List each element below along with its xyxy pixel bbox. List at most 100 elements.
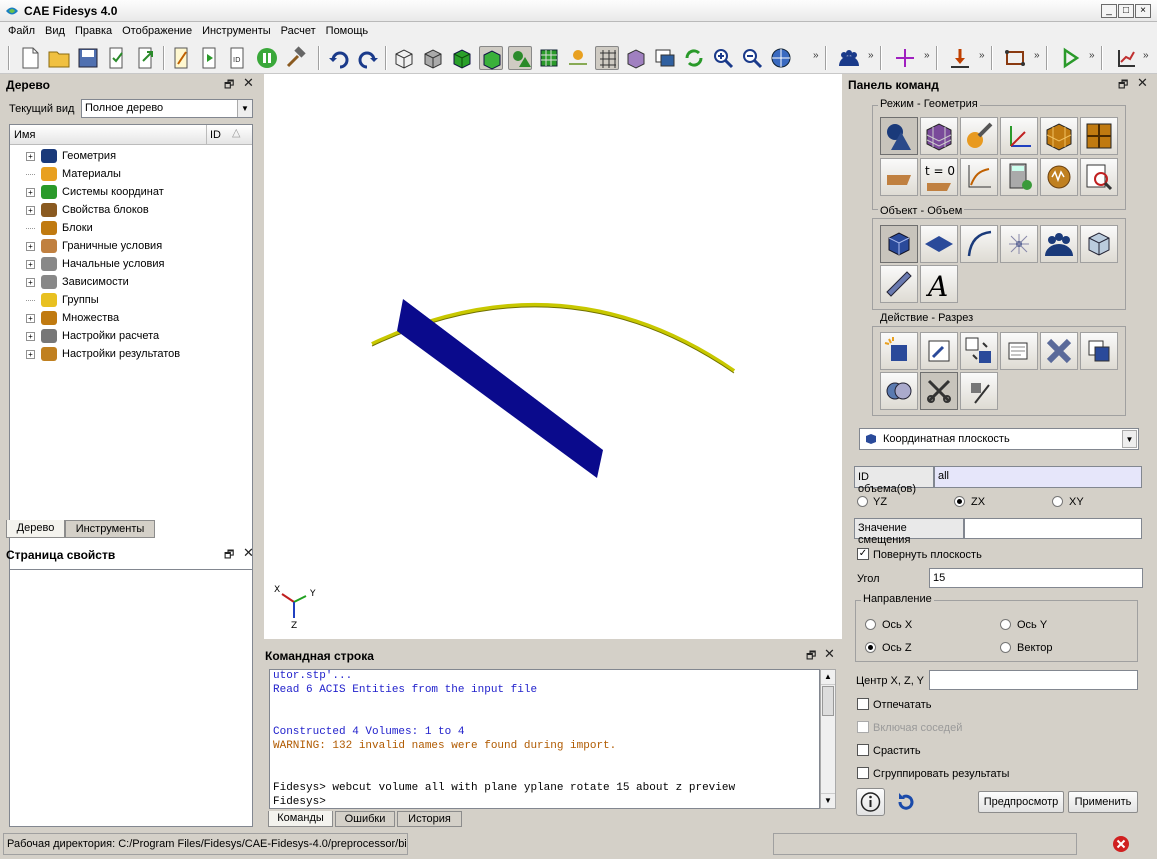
undo-icon[interactable] xyxy=(356,46,380,70)
object-measure-button[interactable] xyxy=(880,265,918,303)
close-icon[interactable]: ✕ xyxy=(824,646,835,662)
tree-item[interactable]: + Настройки расчета xyxy=(26,327,159,345)
chevron-down-icon[interactable]: ▼ xyxy=(237,100,252,117)
object-surface-button[interactable] xyxy=(920,225,958,263)
close-button[interactable]: × xyxy=(1135,4,1151,18)
action-create-button[interactable] xyxy=(880,332,918,370)
zoom-out-icon[interactable] xyxy=(740,46,764,70)
toolbar-overflow-icon[interactable]: » xyxy=(1034,50,1040,61)
toolbar-overflow-icon[interactable]: » xyxy=(979,50,985,61)
crosshair-icon[interactable] xyxy=(893,46,917,70)
center-input[interactable] xyxy=(929,670,1138,690)
float-icon[interactable]: 🗗 xyxy=(224,76,234,95)
tab-commands[interactable]: Команды xyxy=(268,811,333,827)
preview-button[interactable]: Предпросмотр xyxy=(978,791,1064,813)
new-file-icon[interactable] xyxy=(18,46,42,70)
tree-item[interactable]: + Граничные условия xyxy=(26,237,162,255)
action-modify-button[interactable] xyxy=(920,332,958,370)
action-sweep-button[interactable] xyxy=(960,372,998,410)
object-curve-button[interactable] xyxy=(960,225,998,263)
info-button[interactable] xyxy=(856,788,885,816)
column-name-header[interactable]: Имя xyxy=(14,129,35,141)
save-icon[interactable] xyxy=(76,46,100,70)
view-shaded-icon[interactable] xyxy=(450,46,474,70)
geometry-view-icon[interactable] xyxy=(508,46,532,70)
tree-item[interactable]: Блоки xyxy=(26,219,93,237)
expand-icon[interactable]: + xyxy=(26,277,35,287)
menu-display[interactable]: Отображение xyxy=(117,22,197,37)
radio-axis-y[interactable] xyxy=(1000,619,1011,630)
dimension-icon[interactable] xyxy=(1003,46,1027,70)
tab-errors[interactable]: Ошибки xyxy=(335,811,395,827)
mesh-view-icon[interactable] xyxy=(537,46,561,70)
toolbar-overflow-icon[interactable]: » xyxy=(1089,50,1095,61)
tree-item[interactable]: + Настройки результатов xyxy=(26,345,180,363)
object-vertex-button[interactable] xyxy=(1000,225,1038,263)
object-volume-button[interactable] xyxy=(880,225,918,263)
close-icon[interactable]: ✕ xyxy=(243,545,254,561)
object-group-button[interactable] xyxy=(1040,225,1078,263)
close-icon[interactable]: ✕ xyxy=(243,75,254,91)
mode-blocks-button[interactable] xyxy=(1040,117,1078,155)
mode-dependencies-button[interactable] xyxy=(960,158,998,196)
expand-icon[interactable]: + xyxy=(26,205,35,215)
view-smooth-icon[interactable] xyxy=(479,46,503,70)
tree-item[interactable]: + Геометрия xyxy=(26,147,116,165)
expand-icon[interactable]: + xyxy=(26,187,35,197)
view-select[interactable]: Полное дерево ▼ xyxy=(81,99,253,118)
mode-calc-settings-button[interactable] xyxy=(1000,158,1038,196)
import-icon[interactable] xyxy=(105,46,129,70)
maximize-button[interactable]: □ xyxy=(1118,4,1134,18)
action-transform-button[interactable] xyxy=(960,332,998,370)
results-axes-icon[interactable] xyxy=(1113,46,1137,70)
globe-icon[interactable] xyxy=(769,46,793,70)
radio-zx[interactable] xyxy=(954,496,965,507)
column-id-header[interactable]: ID xyxy=(210,129,221,141)
mode-results-button[interactable] xyxy=(1040,158,1078,196)
merge-checkbox[interactable] xyxy=(857,744,869,756)
export-icon[interactable] xyxy=(134,46,158,70)
groups-toolbar-icon[interactable] xyxy=(837,46,861,70)
action-boolean-button[interactable] xyxy=(880,372,918,410)
tree-item[interactable]: + Начальные условия xyxy=(26,255,164,273)
tree-item[interactable]: + Свойства блоков xyxy=(26,201,149,219)
grid-icon[interactable] xyxy=(595,46,619,70)
float-icon[interactable]: 🗗 xyxy=(1118,76,1128,95)
open-folder-icon[interactable] xyxy=(47,46,71,70)
tab-tools[interactable]: Инструменты xyxy=(65,520,155,538)
menu-view[interactable]: Вид xyxy=(40,22,70,37)
mode-sets-button[interactable] xyxy=(1080,117,1118,155)
tree-item[interactable]: Группы xyxy=(26,291,99,309)
operation-select[interactable]: Координатная плоскость ▼ xyxy=(859,428,1139,450)
menu-file[interactable]: Файл xyxy=(3,22,40,37)
float-icon[interactable]: 🗗 xyxy=(224,546,234,565)
tools-hammer-icon[interactable] xyxy=(284,46,308,70)
id-script-icon[interactable]: ID xyxy=(226,46,250,70)
mode-initial-button[interactable]: t = 0 xyxy=(920,158,958,196)
mode-bc-button[interactable] xyxy=(880,158,918,196)
pause-icon[interactable] xyxy=(255,46,279,70)
group-results-checkbox[interactable] xyxy=(857,767,869,779)
radio-axis-x[interactable] xyxy=(865,619,876,630)
chevron-down-icon[interactable]: ▼ xyxy=(1122,430,1137,448)
apply-button[interactable]: Применить xyxy=(1068,791,1138,813)
expand-icon[interactable]: + xyxy=(26,259,35,269)
neighbors-checkbox[interactable] xyxy=(857,721,869,733)
volume-id-input[interactable]: all xyxy=(934,466,1142,488)
toolbar-overflow-icon[interactable]: » xyxy=(924,50,930,61)
refresh-icon[interactable] xyxy=(682,46,706,70)
run-calc-icon[interactable] xyxy=(1058,46,1082,70)
toolbar-overflow-icon[interactable]: » xyxy=(813,50,819,61)
mode-coords-button[interactable] xyxy=(1000,117,1038,155)
scroll-up-icon[interactable]: ▲ xyxy=(821,670,835,685)
menu-calc[interactable]: Расчет xyxy=(276,22,321,37)
angle-input[interactable]: 15 xyxy=(929,568,1143,588)
radio-xy[interactable] xyxy=(1052,496,1063,507)
expand-icon[interactable]: + xyxy=(26,349,35,359)
toolbar-overflow-icon[interactable]: » xyxy=(1143,50,1149,61)
imprint-checkbox[interactable] xyxy=(857,698,869,710)
stop-button[interactable] xyxy=(1111,834,1133,854)
expand-icon[interactable]: + xyxy=(26,241,35,251)
offset-input[interactable] xyxy=(964,518,1142,539)
edit-script-icon[interactable] xyxy=(170,46,194,70)
